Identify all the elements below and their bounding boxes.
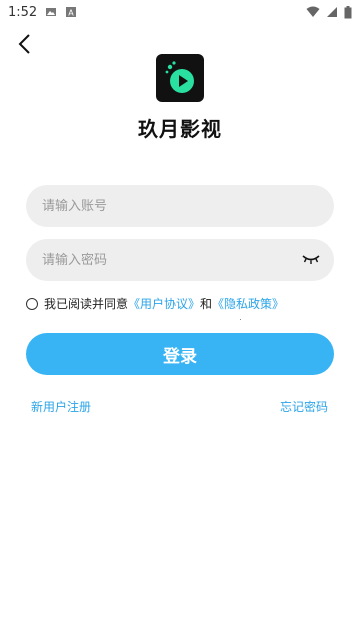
gallery-icon [46,8,57,16]
forgot-password-link[interactable]: 忘记密码 [280,398,328,415]
app-name: 玖月影视 [138,117,222,141]
eye-closed-icon[interactable] [302,253,320,265]
status-right [306,5,352,19]
a-icon: A [66,7,77,18]
register-link[interactable]: 新用户注册 [31,398,91,415]
play-logo-icon [165,61,194,93]
user-agreement-link[interactable]: 《用户协议》 [128,295,200,312]
agreement-joiner: 和 [200,297,213,311]
battery-icon [344,5,352,18]
login-button[interactable]: 登录 [26,333,334,375]
privacy-policy-link[interactable]: 《隐私政策》 [212,295,284,312]
signal-icon [327,7,337,17]
app-logo [156,54,204,102]
wifi-icon [306,6,320,17]
svg-text:A: A [68,9,74,18]
status-left: 1:52 A [8,5,77,20]
account-input[interactable] [26,185,334,227]
agreement-row: 我已阅读并同意 《用户协议》 和 《隐私政策》 [26,295,284,312]
password-input[interactable] [26,239,334,281]
status-time: 1:52 [8,4,38,20]
back-button[interactable] [12,30,36,58]
agreement-prefix: 我已阅读并同意 [44,297,129,311]
agreement-radio[interactable] [26,297,38,310]
status-bar: 1:52 A [0,0,360,24]
chevron-left-icon [18,34,30,54]
divider-dot [240,319,241,320]
